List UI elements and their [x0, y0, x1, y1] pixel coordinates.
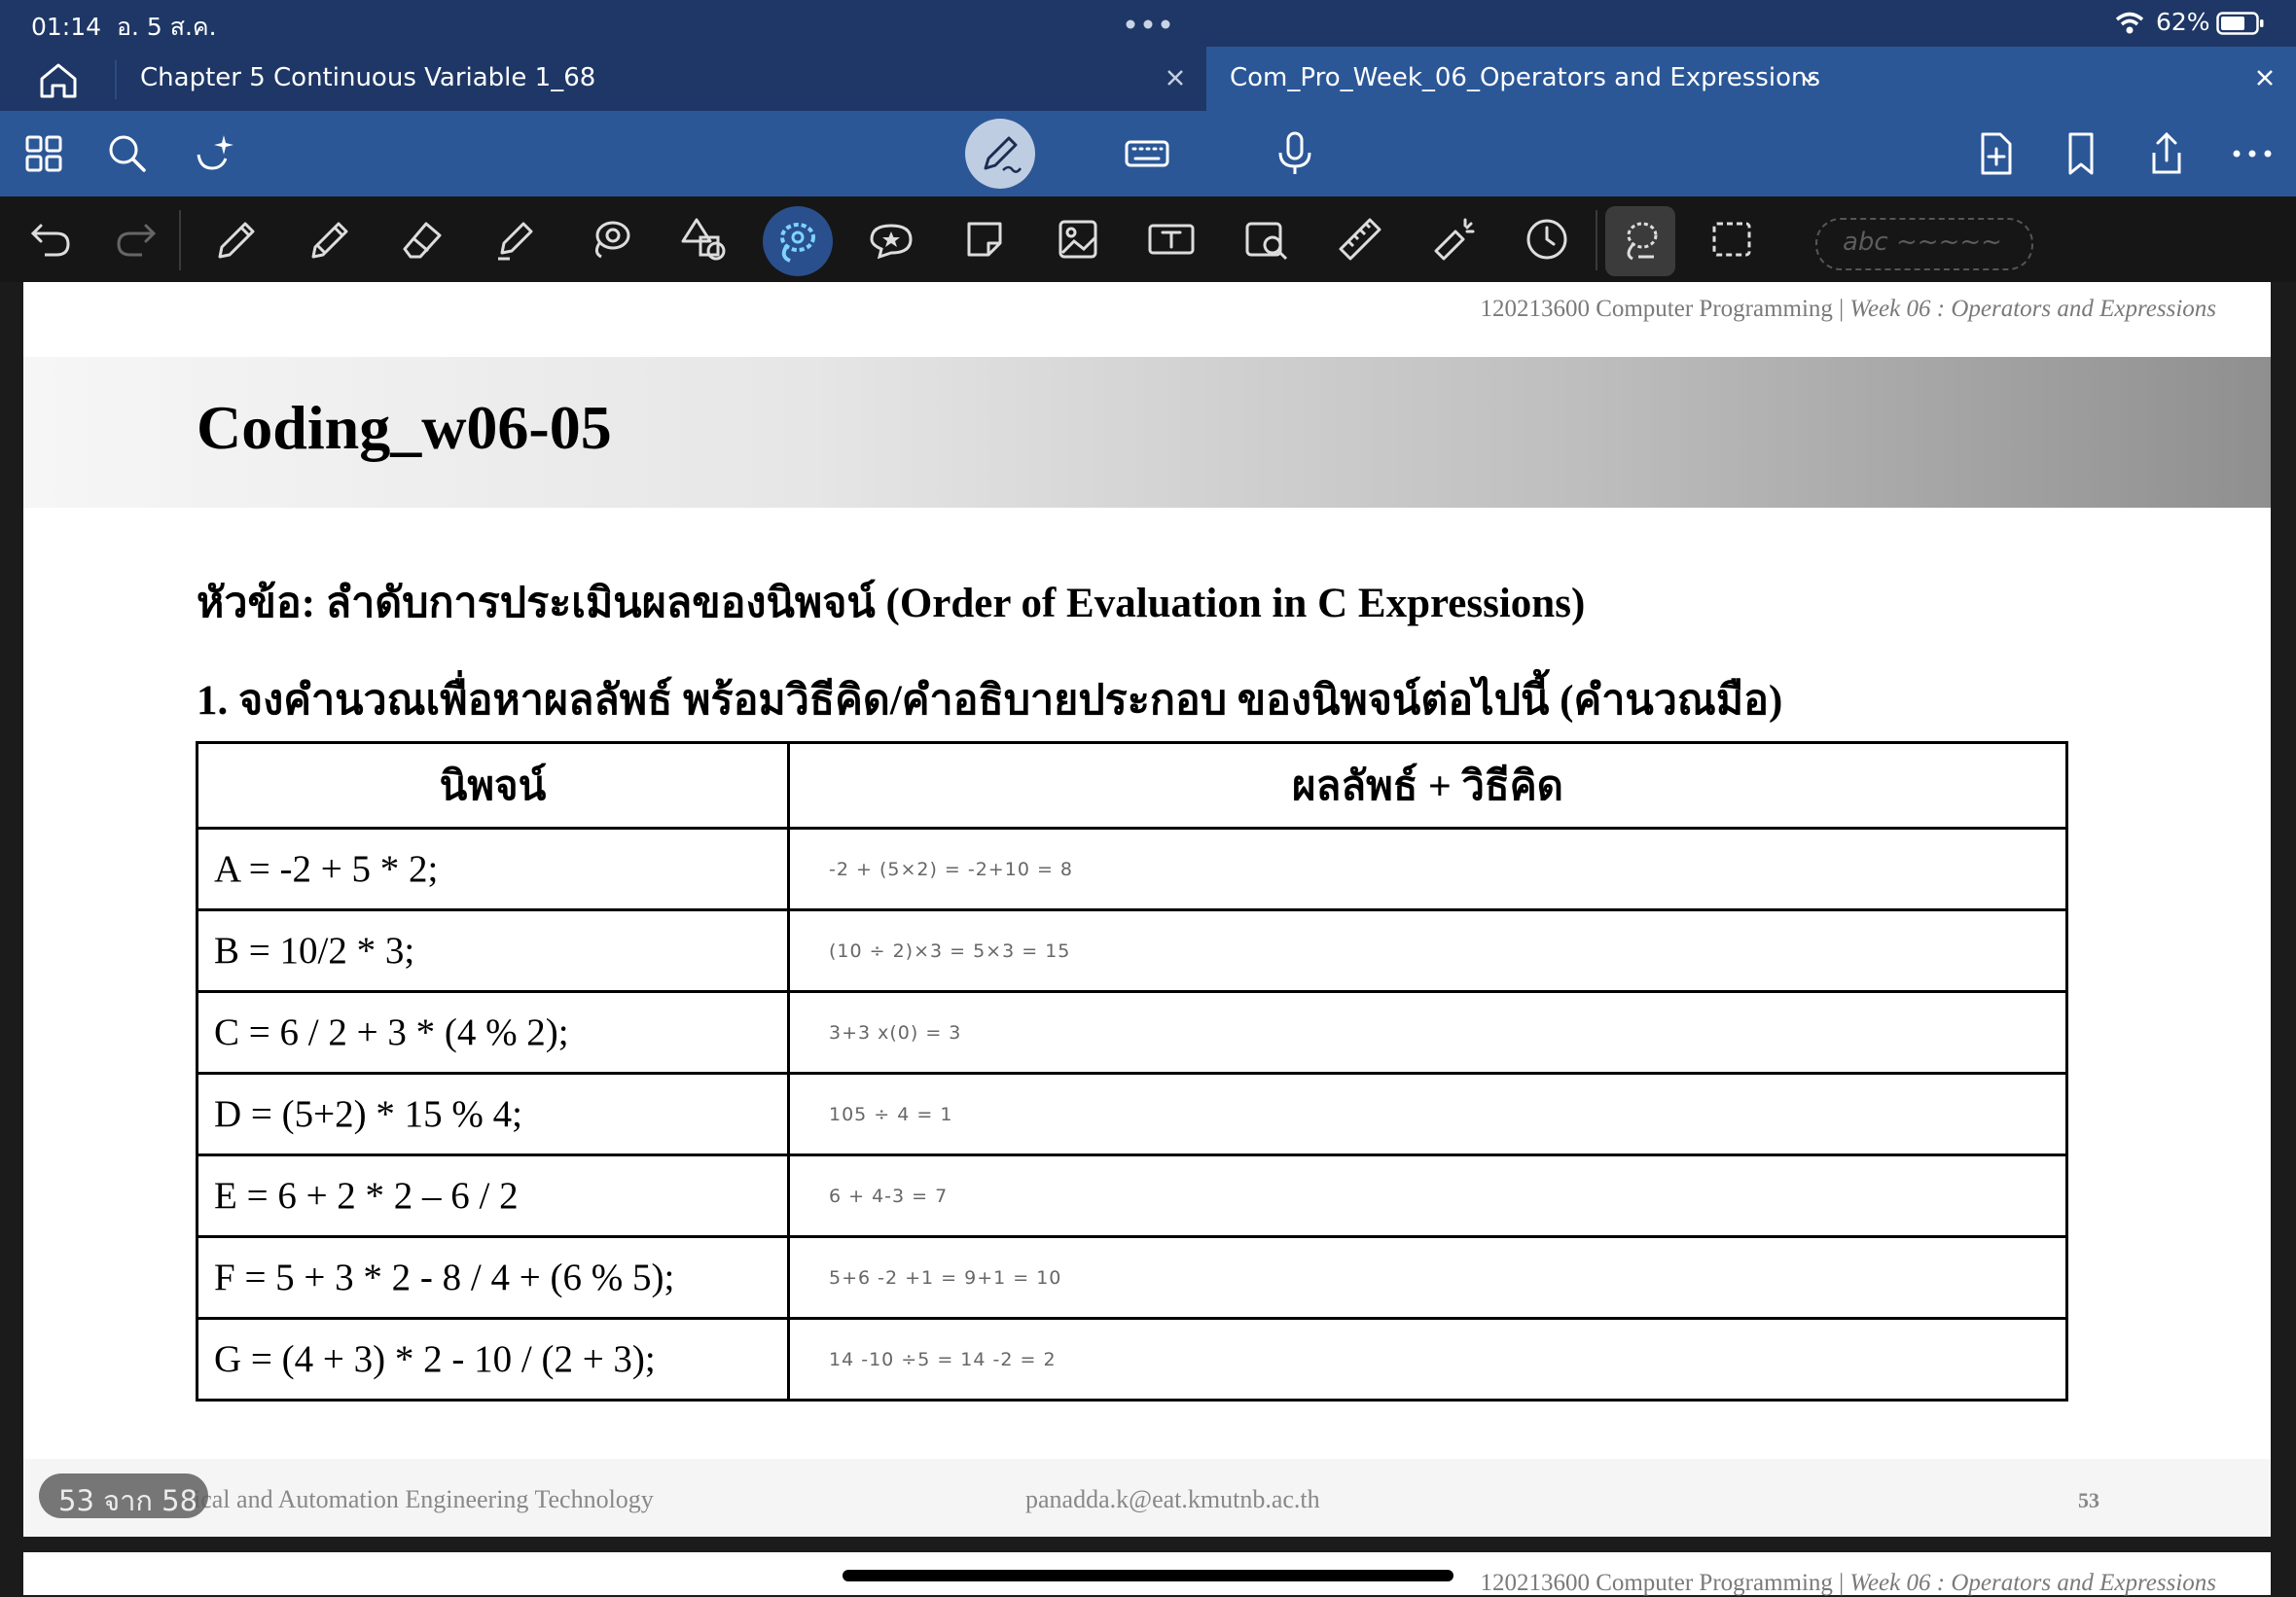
- expression-table: นิพจน์ ผลลัพธ์ + วิธีคิด A = -2 + 5 * 2;…: [196, 741, 2068, 1402]
- handwritten-answer[interactable]: -2 + (5×2) = -2+10 = 8: [787, 827, 2068, 911]
- toolbar-divider: [1596, 210, 1597, 270]
- pencil-icon[interactable]: [304, 214, 354, 265]
- toolbar-divider: [179, 210, 181, 270]
- tab-chapter5[interactable]: Chapter 5 Continuous Variable 1_68: [117, 47, 1206, 111]
- question-heading: 1. จงคำนวณเพื่อหาผลลัพธ์ พร้อมวิธีคิด/คำ…: [197, 678, 1783, 724]
- ai-sparkle-icon[interactable]: [191, 129, 239, 178]
- table-row: A = -2 + 5 * 2; -2 + (5×2) = -2+10 = 8: [196, 827, 2068, 911]
- column-header-expression: นิพจน์: [196, 741, 790, 830]
- text-box-icon[interactable]: [1146, 214, 1197, 265]
- expression-cell: C = 6 / 2 + 3 * (4 % 2);: [196, 990, 790, 1075]
- home-indicator[interactable]: [843, 1570, 1453, 1581]
- lasso-fill-icon[interactable]: [586, 214, 636, 265]
- handwriting-pill[interactable]: abc ~~~~~: [1815, 218, 2033, 270]
- table-row: D = (5+2) * 15 % 4; 105 ÷ 4 = 1: [196, 1072, 2068, 1156]
- expression-cell: B = 10/2 * 3;: [196, 908, 790, 993]
- handwritten-answer[interactable]: 105 ÷ 4 = 1: [787, 1072, 2068, 1156]
- camera-icon[interactable]: [1241, 214, 1292, 265]
- table-row: C = 6 / 2 + 3 * (4 % 2); 3+3 x(0) = 3: [196, 990, 2068, 1075]
- highlighter-active-icon: [780, 223, 815, 263]
- laser-pointer-icon[interactable]: [1428, 214, 1479, 265]
- keyboard-icon[interactable]: [1123, 129, 1171, 178]
- battery-percent: 62%: [2156, 8, 2210, 36]
- grid-icon[interactable]: [19, 129, 68, 178]
- sticker-icon[interactable]: [866, 214, 916, 265]
- home-icon[interactable]: [37, 61, 80, 100]
- highlighter-icon[interactable]: [490, 214, 541, 265]
- topic-heading: หัวข้อ: ลำดับการประเมินผลของนิพจน์ (Orde…: [197, 581, 1586, 626]
- share-icon[interactable]: [2142, 129, 2191, 178]
- close-icon[interactable]: [2253, 66, 2277, 89]
- handwritten-answer[interactable]: 14 -10 ÷5 = 14 -2 = 2: [787, 1317, 2068, 1402]
- pen-icon[interactable]: [210, 214, 261, 265]
- shapes-icon[interactable]: [679, 214, 730, 265]
- bookmark-icon[interactable]: [2057, 129, 2105, 178]
- handwritten-answer[interactable]: 3+3 x(0) = 3: [787, 990, 2068, 1075]
- battery-icon: [2216, 12, 2264, 35]
- status-time: 01:14 อ. 5 ส.ค.: [31, 13, 217, 41]
- selection-icon[interactable]: [1706, 214, 1757, 265]
- table-row: F = 5 + 3 * 2 - 8 / 4 + (6 % 5); 5+6 -2 …: [196, 1235, 2068, 1320]
- eraser-icon[interactable]: [397, 214, 448, 265]
- status-bar: 01:14 อ. 5 ส.ค. 62%: [0, 0, 2296, 47]
- column-header-answer: ผลลัพธ์ + วิธีคิด: [787, 741, 2068, 830]
- tab-com-pro-week06[interactable]: Com_Pro_Week_06_Operators and Expression…: [1206, 47, 2296, 111]
- timer-icon[interactable]: [1522, 214, 1572, 265]
- close-icon[interactable]: [1164, 66, 1187, 89]
- tab-bar: Chapter 5 Continuous Variable 1_68 Com_P…: [0, 47, 2296, 111]
- slide-footer: ical and Automation Engineering Technolo…: [23, 1459, 2271, 1537]
- lasso-tool-button[interactable]: [1605, 206, 1675, 276]
- expression-cell: F = 5 + 3 * 2 - 8 / 4 + (6 % 5);: [196, 1235, 790, 1320]
- expression-cell: D = (5+2) * 15 % 4;: [196, 1072, 790, 1156]
- expression-cell: A = -2 + 5 * 2;: [196, 827, 790, 911]
- microphone-icon[interactable]: [1271, 129, 1319, 178]
- ruler-icon[interactable]: [1335, 214, 1385, 265]
- pen-mode-icon: [984, 136, 1022, 173]
- chevron-down-icon[interactable]: [1798, 68, 1819, 89]
- footer-institution: ical and Automation Engineering Technolo…: [194, 1485, 654, 1513]
- more-icon[interactable]: [2228, 129, 2277, 178]
- page-indicator[interactable]: 53 จาก 58: [39, 1473, 208, 1518]
- wifi-icon: [2115, 12, 2144, 34]
- table-row: G = (4 + 3) * 2 - 10 / (2 + 3); 14 -10 ÷…: [196, 1317, 2068, 1402]
- table-row: E = 6 + 2 * 2 – 6 / 2 6 + 4-3 = 7: [196, 1153, 2068, 1238]
- table-row: B = 10/2 * 3; (10 ÷ 2)×3 = 5×3 = 15: [196, 908, 2068, 993]
- add-page-icon[interactable]: [1971, 129, 2020, 178]
- expression-cell: E = 6 + 2 * 2 – 6 / 2: [196, 1153, 790, 1238]
- course-header: 120213600 Computer Programming | Week 06…: [1480, 1570, 2216, 1596]
- slide-title: Coding_w06-05: [197, 393, 612, 462]
- footer-page-number: 53: [2078, 1488, 2099, 1512]
- tools-toolbar: abc ~~~~~: [0, 196, 2296, 282]
- document-page: 120213600 Computer Programming | Week 06…: [23, 282, 2271, 1537]
- title-banner: Coding_w06-05: [23, 357, 2271, 508]
- expression-cell: G = (4 + 3) * 2 - 10 / (2 + 3);: [196, 1317, 790, 1402]
- active-tool-highlight[interactable]: [763, 206, 833, 276]
- pen-mode-toggle[interactable]: [965, 119, 1035, 189]
- undo-icon[interactable]: [25, 214, 76, 265]
- main-toolbar: [0, 111, 2296, 196]
- tab-label: Com_Pro_Week_06_Operators and Expression…: [1230, 63, 1821, 92]
- handwritten-answer[interactable]: 5+6 -2 +1 = 9+1 = 10: [787, 1235, 2068, 1320]
- multitasking-dots-icon[interactable]: [1126, 19, 1170, 29]
- tab-label: Chapter 5 Continuous Variable 1_68: [140, 63, 596, 92]
- sticky-note-icon[interactable]: [959, 214, 1010, 265]
- search-icon[interactable]: [103, 129, 152, 178]
- lasso-icon: [1627, 222, 1658, 261]
- handwritten-answer[interactable]: (10 ÷ 2)×3 = 5×3 = 15: [787, 908, 2068, 993]
- handwritten-answer[interactable]: 6 + 4-3 = 7: [787, 1153, 2068, 1238]
- table-header-row: นิพจน์ ผลลัพธ์ + วิธีคิด: [196, 741, 2068, 830]
- footer-email: panadda.k@eat.kmutnb.ac.th: [1025, 1485, 1320, 1513]
- course-header: 120213600 Computer Programming | Week 06…: [1480, 296, 2216, 322]
- redo-icon[interactable]: [111, 214, 161, 265]
- image-icon[interactable]: [1053, 214, 1103, 265]
